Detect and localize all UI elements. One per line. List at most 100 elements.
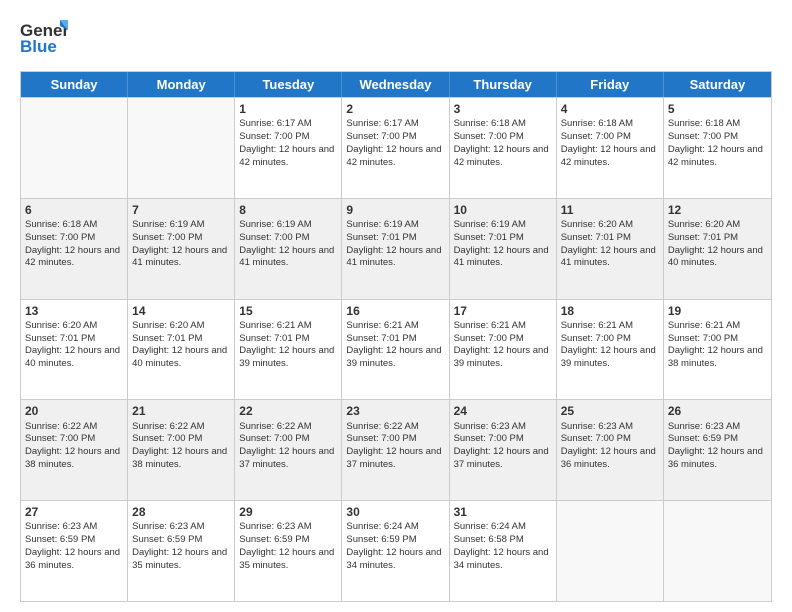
sunset-text: Sunset: 7:00 PM xyxy=(132,433,202,444)
calendar-cell: 18Sunrise: 6:21 AMSunset: 7:00 PMDayligh… xyxy=(557,300,664,400)
day-number: 15 xyxy=(239,303,337,319)
day-number: 1 xyxy=(239,101,337,117)
sunset-text: Sunset: 7:01 PM xyxy=(25,333,95,344)
sunrise-text: Sunrise: 6:23 AM xyxy=(239,521,311,532)
sunrise-text: Sunrise: 6:21 AM xyxy=(346,320,418,331)
calendar-cell: 4Sunrise: 6:18 AM Sunset: 7:00 PM Daylight… xyxy=(557,98,664,198)
daylight-text: Daylight: 12 hours and 42 minutes. xyxy=(25,245,120,269)
day-number: 4 xyxy=(561,101,659,117)
calendar-cell: 20Sunrise: 6:22 AMSunset: 7:00 PMDayligh… xyxy=(21,400,128,500)
svg-text:Blue: Blue xyxy=(20,37,57,56)
daylight-text: Daylight: 12 hours and 41 minutes. xyxy=(132,245,227,269)
sunset-text: Sunset: 7:00 PM xyxy=(561,131,631,142)
sunrise-text: Sunrise: 6:21 AM xyxy=(239,320,311,331)
sunset-text: Sunset: 6:59 PM xyxy=(668,433,738,444)
calendar-cell: 11Sunrise: 6:20 AMSunset: 7:01 PMDayligh… xyxy=(557,199,664,299)
day-number: 13 xyxy=(25,303,123,319)
day-number: 17 xyxy=(454,303,552,319)
calendar-cell: 1Sunrise: 6:17 AMSunset: 7:00 PMDaylight… xyxy=(235,98,342,198)
sunset-text: Sunset: 7:01 PM xyxy=(561,232,631,243)
sunset-text: Sunset: 6:59 PM xyxy=(132,534,202,545)
calendar-cell: 14Sunrise: 6:20 AMSunset: 7:01 PMDayligh… xyxy=(128,300,235,400)
weekday-header: Tuesday xyxy=(235,72,342,97)
calendar-cell xyxy=(557,501,664,601)
daylight-text: Daylight: 12 hours and 41 minutes. xyxy=(346,245,441,269)
sunset-text: Sunset: 7:01 PM xyxy=(346,333,416,344)
calendar-cell: 19Sunrise: 6:21 AMSunset: 7:00 PMDayligh… xyxy=(664,300,771,400)
calendar-cell: 3Sunrise: 6:18 AMSunset: 7:00 PMDaylight… xyxy=(450,98,557,198)
daylight-text: Daylight: 12 hours and 38 minutes. xyxy=(25,446,120,470)
sunrise-text: Sunrise: 6:19 AM xyxy=(346,219,418,230)
sunset-text: Sunset: 7:01 PM xyxy=(346,232,416,243)
day-number: 7 xyxy=(132,202,230,218)
calendar-cell: 22Sunrise: 6:22 AMSunset: 7:00 PMDayligh… xyxy=(235,400,342,500)
calendar-row: 27Sunrise: 6:23 AMSunset: 6:59 PMDayligh… xyxy=(21,500,771,601)
daylight-text: Daylight: 12 hours and 35 minutes. xyxy=(132,547,227,571)
day-number: 11 xyxy=(561,202,659,218)
day-number: 25 xyxy=(561,403,659,419)
calendar-cell: 26Sunrise: 6:23 AMSunset: 6:59 PMDayligh… xyxy=(664,400,771,500)
sunset-text: Sunset: 7:00 PM xyxy=(239,232,309,243)
day-number: 22 xyxy=(239,403,337,419)
daylight-text: Daylight: 12 hours and 38 minutes. xyxy=(668,345,763,369)
day-number: 12 xyxy=(668,202,767,218)
day-number: 18 xyxy=(561,303,659,319)
calendar-cell: 16Sunrise: 6:21 AM Sunset: 7:01 PMDayligh… xyxy=(342,300,449,400)
sunset-text: Sunset: 7:00 PM xyxy=(668,333,738,344)
sunset-text: Sunset: 7:00 PM xyxy=(561,333,631,344)
sunset-text: Sunset: 7:00 PM xyxy=(239,433,309,444)
daylight-text: Daylight: 12 hours and 39 minutes. xyxy=(239,345,334,369)
daylight-text: Daylight: 12 hours and 36 minutes. xyxy=(668,446,763,470)
sunrise-text: Sunrise: 6:20 AM xyxy=(561,219,633,230)
sunset-text: Sunset: 7:00 PM xyxy=(454,131,524,142)
day-number: 16 xyxy=(346,303,444,319)
weekday-header: Wednesday xyxy=(342,72,449,97)
calendar-cell: 7Sunrise: 6:19 AMSunset: 7:00 PMDaylight… xyxy=(128,199,235,299)
sunset-text: Sunset: 7:01 PM xyxy=(668,232,738,243)
calendar-cell: 24Sunrise: 6:23 AMSunset: 7:00 PMDayligh… xyxy=(450,400,557,500)
weekday-header: Monday xyxy=(128,72,235,97)
day-number: 9 xyxy=(346,202,444,218)
calendar-cell: 2Sunrise: 6:17 AMSunset: 7:00 PMDaylight… xyxy=(342,98,449,198)
sunrise-text: Sunrise: 6:21 AM xyxy=(454,320,526,331)
day-number: 31 xyxy=(454,504,552,520)
day-number: 6 xyxy=(25,202,123,218)
sunset-text: Sunset: 7:01 PM xyxy=(239,333,309,344)
sunset-text: Sunset: 7:00 PM xyxy=(454,333,524,344)
sunrise-text: Sunrise: 6:24 AM xyxy=(454,521,526,532)
sunrise-text: Sunrise: 6:18 AM xyxy=(561,118,633,129)
calendar-body: 1Sunrise: 6:17 AMSunset: 7:00 PMDaylight… xyxy=(21,97,771,601)
day-number: 20 xyxy=(25,403,123,419)
sunrise-text: Sunrise: 6:22 AM xyxy=(132,421,204,432)
daylight-text: Daylight: 12 hours and 34 minutes. xyxy=(346,547,441,571)
sunrise-text: Sunrise: 6:23 AM xyxy=(25,521,97,532)
daylight-text: Daylight: 12 hours and 39 minutes. xyxy=(346,345,441,369)
day-number: 10 xyxy=(454,202,552,218)
daylight-text: Daylight: 12 hours and 42 minutes. xyxy=(561,144,656,168)
sunset-text: Sunset: 7:00 PM xyxy=(346,433,416,444)
calendar-cell: 9Sunrise: 6:19 AM Sunset: 7:01 PM Daylight… xyxy=(342,199,449,299)
day-number: 30 xyxy=(346,504,444,520)
daylight-text: Daylight: 12 hours and 38 minutes. xyxy=(132,446,227,470)
calendar-cell: 6Sunrise: 6:18 AMSunset: 7:00 PMDaylight… xyxy=(21,199,128,299)
logo: General Blue xyxy=(20,16,68,61)
sunrise-text: Sunrise: 6:19 AM xyxy=(132,219,204,230)
sunrise-text: Sunrise: 6:19 AM xyxy=(239,219,311,230)
calendar-cell: 10Sunrise: 6:19 AMSunset: 7:01 PMDayligh… xyxy=(450,199,557,299)
sunset-text: Sunset: 7:00 PM xyxy=(561,433,631,444)
sunset-text: Sunset: 7:00 PM xyxy=(346,131,416,142)
calendar-row: 20Sunrise: 6:22 AMSunset: 7:00 PMDayligh… xyxy=(21,399,771,500)
weekday-header: Sunday xyxy=(21,72,128,97)
sunset-text: Sunset: 6:58 PM xyxy=(454,534,524,545)
sunrise-text: Sunrise: 6:18 AM xyxy=(668,118,740,129)
page: General Blue SundayMondayTuesdayWednesda… xyxy=(0,0,792,612)
sunrise-text: Sunrise: 6:22 AM xyxy=(346,421,418,432)
daylight-text: Daylight: 12 hours and 41 minutes. xyxy=(454,245,549,269)
header: General Blue xyxy=(20,16,772,61)
calendar-cell: 15Sunrise: 6:21 AM Sunset: 7:01 PMDayligh… xyxy=(235,300,342,400)
calendar-cell: 21Sunrise: 6:22 AMSunset: 7:00 PMDayligh… xyxy=(128,400,235,500)
calendar-cell: 13Sunrise: 6:20 AMSunset: 7:01 PMDayligh… xyxy=(21,300,128,400)
day-number: 24 xyxy=(454,403,552,419)
sunrise-text: Sunrise: 6:18 AM xyxy=(25,219,97,230)
day-number: 2 xyxy=(346,101,444,117)
